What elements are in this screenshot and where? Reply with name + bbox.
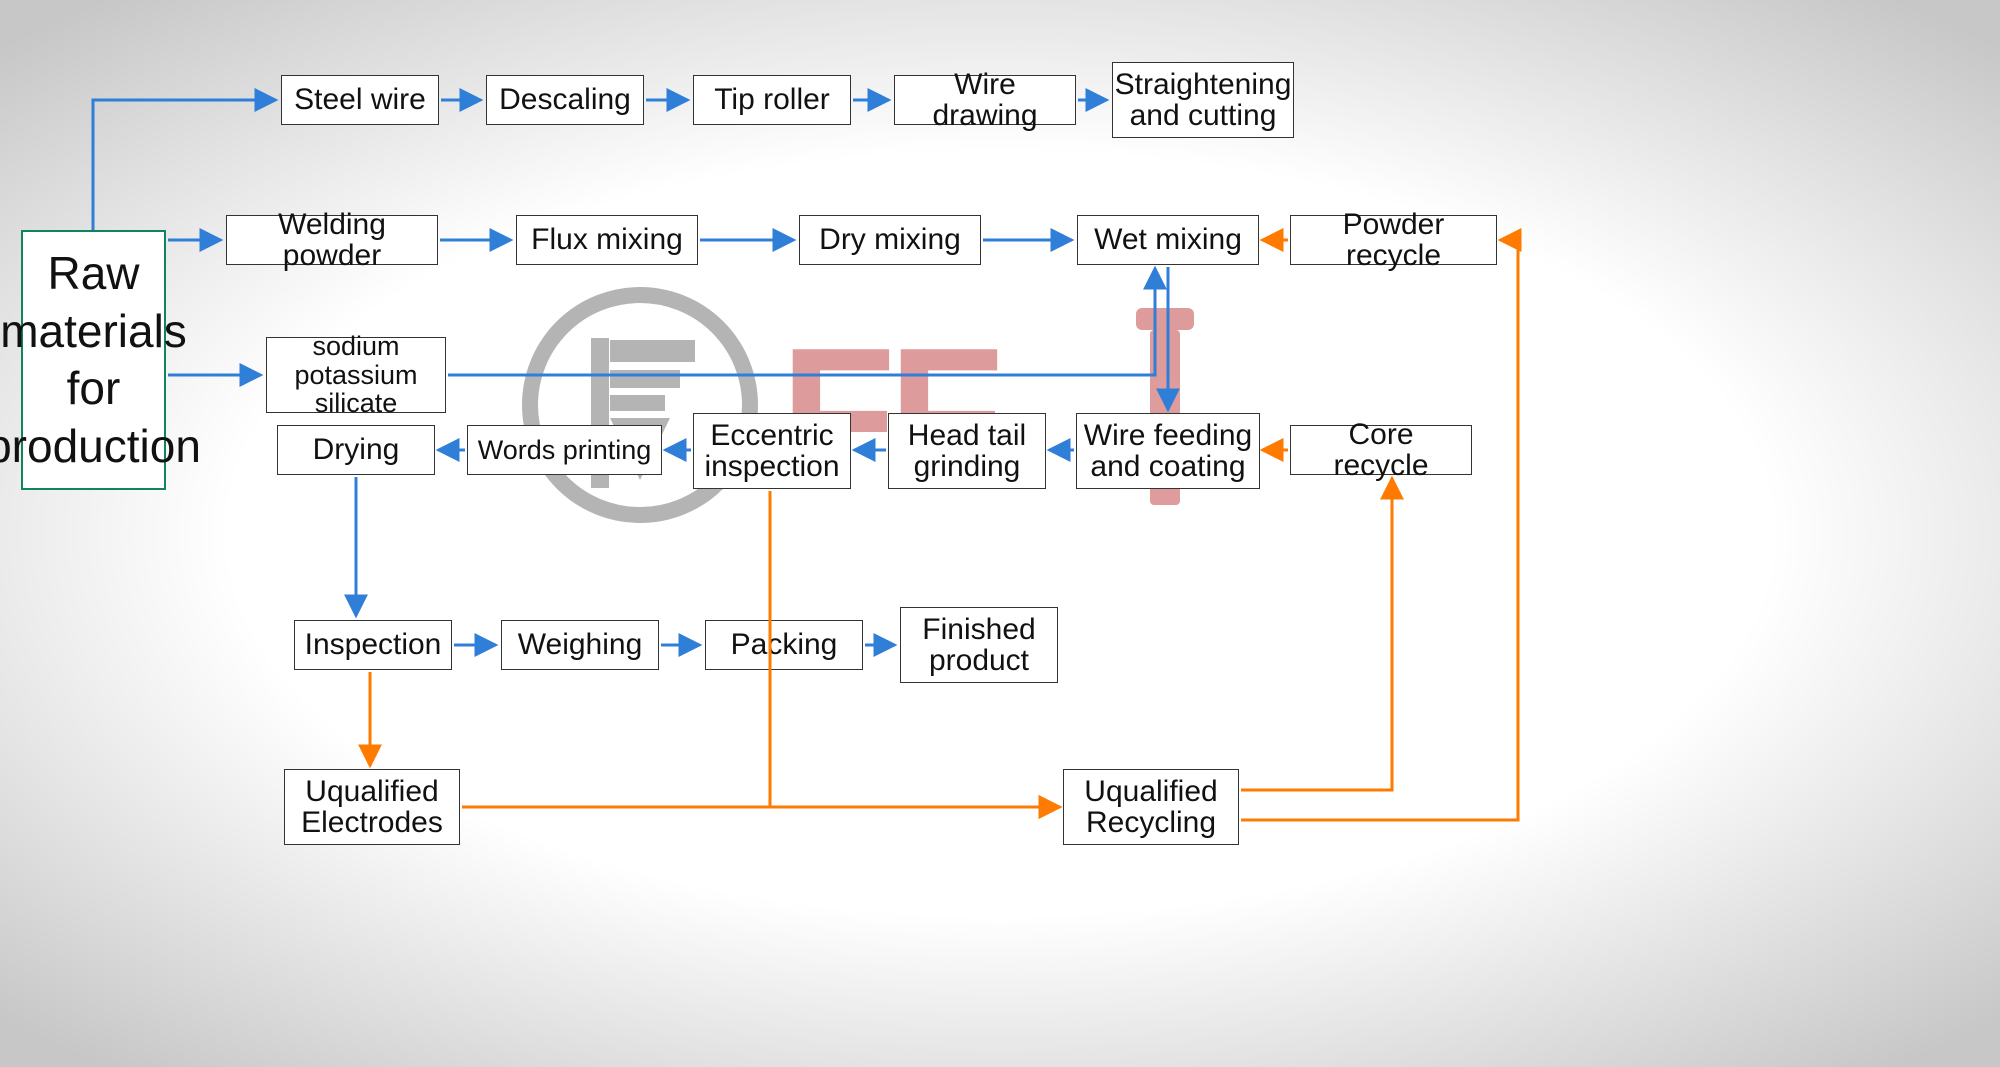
arrow-urecycle-to-corerecycle: [1241, 478, 1392, 790]
arrow-urecycle-to-powderrecycle: [1241, 240, 1518, 820]
arrow-src-to-steelwire: [93, 100, 276, 230]
arrow-eccentric-to-urecycle: [770, 491, 1060, 807]
arrow-silicate-to-wetmix: [448, 268, 1155, 375]
flowchart-canvas: FF Raw materials for production Steel wi…: [0, 0, 2000, 1067]
arrows-layer: [0, 0, 2000, 1067]
